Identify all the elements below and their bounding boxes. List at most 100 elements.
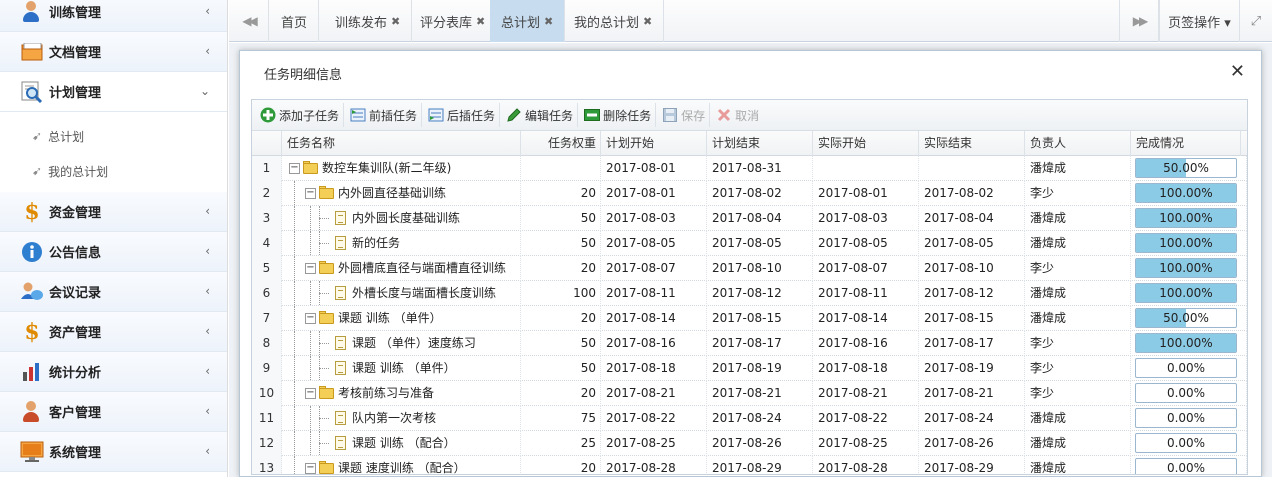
plan-end-cell: 2017-08-26	[707, 431, 813, 456]
chevron-left-icon: ‹	[205, 364, 210, 378]
actual-end-cell: 2017-08-02	[919, 181, 1025, 206]
task-name: 课题 训练 （配合）	[352, 436, 456, 450]
table-row[interactable]: 11 队内第一次考核 75 2017-08-22 2017-08-24 2017-08-2…	[252, 406, 1247, 431]
plan-start-cell: 2017-08-22	[601, 406, 707, 431]
table-row[interactable]: 10− 考核前练习与准备 20 2017-08-21 2017-08-21 2017-08…	[252, 381, 1247, 406]
document-icon	[333, 336, 349, 350]
sidebar-item-label: 计划管理	[49, 86, 102, 101]
sidebar-subitem-master-plan[interactable]: ➹ 总计划	[0, 119, 227, 153]
sidebar-item-system[interactable]: 系统管理 ‹	[0, 432, 227, 472]
weight-cell	[521, 156, 601, 181]
table-row[interactable]: 1− 数控车集训队(新二年级) 2017-08-01 2017-08-31 潘煒成 50.…	[252, 156, 1247, 181]
completion-cell: 0.00%	[1131, 406, 1247, 431]
add-child-task-button[interactable]: 添加子任务	[256, 103, 345, 127]
sidebar-item-meetings[interactable]: 会议记录 ‹	[0, 272, 227, 312]
table-row[interactable]: 5− 外圆槽底直径与端面槽直径训练 20 2017-08-07 2017-08-10 20…	[252, 256, 1247, 281]
tab-label: 评分表库	[420, 15, 473, 31]
column-header-plan-end[interactable]: 计划结束	[707, 131, 813, 156]
sidebar-item-plans[interactable]: 计划管理 ⌄	[0, 72, 227, 112]
tab-home[interactable]: 首页	[270, 0, 320, 42]
sidebar-item-assets[interactable]: $ 资产管理 ‹	[0, 312, 227, 352]
weight-cell: 20	[521, 306, 601, 331]
tab-training-release[interactable]: 训练发布 ✖	[324, 0, 413, 42]
button-label: 删除任务	[603, 108, 652, 123]
table-row[interactable]: 4 新的任务 50 2017-08-05 2017-08-05 2017-08-05 201…	[252, 231, 1247, 256]
collapse-toggle-icon[interactable]: −	[305, 312, 316, 324]
customer-icon	[20, 400, 44, 424]
close-icon[interactable]: ✖	[643, 15, 652, 28]
plan-start-cell: 2017-08-14	[601, 306, 707, 331]
sidebar-item-statistics[interactable]: 统计分析 ‹	[0, 352, 227, 392]
tab-my-master-plan[interactable]: 我的总计划 ✖	[563, 0, 665, 42]
plan-end-cell: 2017-08-15	[707, 306, 813, 331]
table-row[interactable]: 6 外槽长度与端面槽长度训练 100 2017-08-11 2017-08-12 2017…	[252, 281, 1247, 306]
owner-cell: 潘煒成	[1025, 306, 1131, 331]
progress-text: 0.00%	[1166, 436, 1206, 450]
progress-text: 50.00%	[1163, 311, 1209, 325]
collapse-toggle-icon[interactable]: −	[289, 162, 300, 174]
plan-end-cell: 2017-08-02	[707, 181, 813, 206]
plan-end-cell: 2017-08-10	[707, 256, 813, 281]
insert-before-button[interactable]: 前插任务	[346, 103, 423, 127]
close-icon[interactable]: ✖	[391, 15, 400, 28]
actual-end-cell: 2017-08-19	[919, 356, 1025, 381]
column-header-actual-end[interactable]: 实际结束	[919, 131, 1025, 156]
cancel-button[interactable]: 取消	[712, 103, 763, 127]
table-row[interactable]: 13− 课题 速度训练 （配合） 20 2017-08-28 2017-08-29 201…	[252, 456, 1247, 474]
fullscreen-button[interactable]: ⤢	[1239, 0, 1272, 42]
completion-cell: 100.00%	[1131, 181, 1247, 206]
progress-text: 0.00%	[1166, 386, 1206, 400]
column-header-weight[interactable]: 任务权重	[521, 131, 601, 156]
edit-task-button[interactable]: 编辑任务	[502, 103, 579, 127]
collapse-toggle-icon[interactable]: −	[305, 262, 316, 274]
insert-before-icon	[350, 107, 366, 123]
tab-operations-dropdown[interactable]: 页签操作 ▾	[1159, 0, 1239, 42]
button-label: 后插任务	[447, 108, 496, 123]
chevron-left-icon: ‹	[205, 4, 210, 18]
column-header-completion[interactable]: 完成情况	[1131, 131, 1241, 156]
tab-bar: ◀◀ 首页 训练发布 ✖ 评分表库 ✖ 总计划 ✖ 我的总计划 ✖ ▶▶ 页签操…	[229, 0, 1272, 42]
sidebar-item-funds[interactable]: $ 资金管理 ‹	[0, 192, 227, 232]
column-header-actual-start[interactable]: 实际开始	[813, 131, 919, 156]
send-icon: ➹	[32, 129, 43, 143]
weight-cell: 20	[521, 381, 601, 406]
button-label: 保存	[681, 108, 706, 123]
progress-text: 100.00%	[1159, 336, 1213, 350]
save-button[interactable]: 保存	[658, 103, 711, 127]
tabs-scroll-left-button[interactable]: ◀◀	[229, 0, 269, 42]
table-row[interactable]: 2− 内外圆直径基础训练 20 2017-08-01 2017-08-02 2017-08…	[252, 181, 1247, 206]
sidebar-item-training[interactable]: 训练管理 ‹	[0, 0, 227, 32]
column-header-owner[interactable]: 负责人	[1025, 131, 1131, 156]
close-icon[interactable]: ✖	[476, 15, 485, 28]
sidebar-item-customers[interactable]: 客户管理 ‹	[0, 392, 227, 432]
task-name-cell: − 课题 速度训练 （配合）	[282, 456, 521, 474]
collapse-toggle-icon[interactable]: −	[305, 387, 316, 399]
collapse-toggle-icon[interactable]: −	[305, 187, 316, 199]
delete-task-button[interactable]: 删除任务	[580, 103, 657, 127]
sidebar-item-announcements[interactable]: 公告信息 ‹	[0, 232, 227, 272]
progress-bar: 100.00%	[1135, 258, 1237, 278]
actual-start-cell: 2017-08-16	[813, 331, 919, 356]
insert-after-button[interactable]: 后插任务	[424, 103, 501, 127]
task-name-cell: − 数控车集训队(新二年级)	[282, 156, 521, 181]
table-row[interactable]: 3 内外圆长度基础训练 50 2017-08-03 2017-08-04 2017-08-…	[252, 206, 1247, 231]
insert-after-icon	[428, 107, 444, 123]
tab-scoring-library[interactable]: 评分表库 ✖	[409, 0, 498, 42]
chevron-left-icon: ‹	[205, 404, 210, 418]
table-row[interactable]: 7− 课题 训练 （单件） 20 2017-08-14 2017-08-15 2017-0…	[252, 306, 1247, 331]
tabs-scroll-right-button[interactable]: ▶▶	[1119, 0, 1159, 42]
column-header-task-name[interactable]: 任务名称	[282, 131, 521, 156]
sidebar-subitem-my-master-plan[interactable]: ➹ 我的总计划	[0, 154, 227, 188]
progress-bar: 100.00%	[1135, 233, 1237, 253]
table-row[interactable]: 9 课题 训练 （单件） 50 2017-08-18 2017-08-19 2017-08…	[252, 356, 1247, 381]
sidebar-item-label: 资产管理	[49, 326, 102, 341]
collapse-toggle-icon[interactable]: −	[305, 462, 316, 474]
close-icon[interactable]: ✕	[1230, 61, 1245, 82]
tab-master-plan[interactable]: 总计划 ✖	[490, 0, 566, 42]
close-icon[interactable]: ✖	[544, 15, 553, 28]
column-header-plan-start[interactable]: 计划开始	[601, 131, 707, 156]
table-row[interactable]: 8 课题 （单件）速度练习 50 2017-08-16 2017-08-17 2017-0…	[252, 331, 1247, 356]
vertical-scrollbar[interactable]	[1247, 156, 1248, 474]
table-row[interactable]: 12 课题 训练 （配合） 25 2017-08-25 2017-08-26 2017-0…	[252, 431, 1247, 456]
sidebar-item-documents[interactable]: 文档管理 ‹	[0, 32, 227, 72]
